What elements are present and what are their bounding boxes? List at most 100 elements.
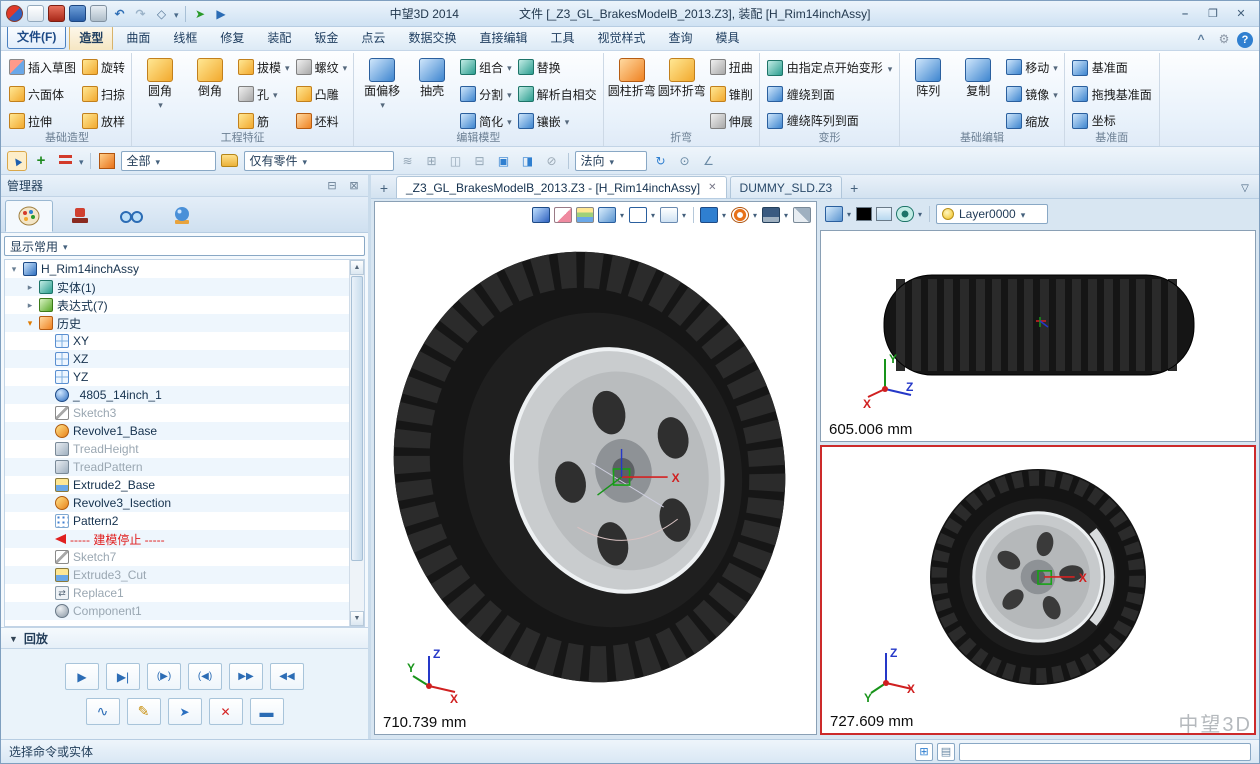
ribbon-collapse-icon[interactable] bbox=[1191, 30, 1211, 48]
tab-wireframe[interactable]: 线框 bbox=[163, 25, 207, 50]
tab-view-manager[interactable] bbox=[158, 200, 206, 232]
tree-item-revolve3[interactable]: Revolve3_Isection bbox=[5, 494, 349, 512]
expander-icon[interactable] bbox=[25, 318, 35, 329]
minimize-button[interactable] bbox=[1172, 5, 1198, 23]
replay-back-to-button[interactable] bbox=[188, 663, 222, 690]
open-file-icon[interactable] bbox=[48, 5, 65, 22]
panel-close-icon[interactable] bbox=[346, 178, 362, 194]
orient-icon[interactable] bbox=[675, 151, 695, 171]
tab-file[interactable]: 文件(F) bbox=[7, 24, 66, 49]
normal-combo[interactable]: 法向 bbox=[575, 151, 647, 171]
filter-palette-icon[interactable] bbox=[99, 153, 115, 169]
settings-gear-icon[interactable] bbox=[1214, 30, 1234, 48]
selection-dropdown-icon[interactable] bbox=[79, 154, 84, 168]
tree-scrollbar[interactable] bbox=[349, 260, 364, 626]
view-mode-icon[interactable] bbox=[825, 206, 843, 222]
tree-item-component1[interactable]: Component1 bbox=[5, 602, 349, 620]
taper-button[interactable]: 锥削 bbox=[708, 82, 755, 106]
edge-color-swatch[interactable] bbox=[856, 207, 872, 221]
quick-access-dropdown-icon[interactable] bbox=[174, 7, 179, 21]
scroll-down-icon[interactable] bbox=[350, 611, 364, 626]
view-orientation-icon[interactable] bbox=[660, 207, 678, 223]
tab-close-icon[interactable] bbox=[708, 182, 716, 193]
emboss-button[interactable]: 凸雕 bbox=[294, 82, 350, 106]
viewport-side[interactable]: Y Z X 605.006 mm bbox=[820, 230, 1256, 442]
tree-item-plane-xz[interactable]: XZ bbox=[5, 350, 349, 368]
replay-edit-button[interactable] bbox=[127, 698, 161, 725]
box-button[interactable]: 六面体 bbox=[7, 82, 78, 106]
erase-icon[interactable] bbox=[554, 207, 572, 223]
save-icon[interactable] bbox=[69, 5, 86, 22]
panel-pin-icon[interactable] bbox=[324, 178, 340, 194]
tree-item-treadpattern[interactable]: TreadPattern bbox=[5, 458, 349, 476]
tab-assembly[interactable]: 装配 bbox=[257, 25, 301, 50]
revolve-button[interactable]: 旋转 bbox=[80, 55, 127, 79]
tab-pointcloud[interactable]: 点云 bbox=[351, 25, 395, 50]
tab-history-manager[interactable] bbox=[5, 200, 53, 232]
expander-icon[interactable] bbox=[25, 300, 35, 311]
tree-item-treadheight[interactable]: TreadHeight bbox=[5, 440, 349, 458]
replay-screen-button[interactable] bbox=[250, 698, 284, 725]
input-mode-icon[interactable] bbox=[915, 743, 933, 761]
insert-sketch-button[interactable]: 插入草图 bbox=[7, 55, 78, 79]
pattern-button[interactable]: 阵列 bbox=[904, 55, 952, 133]
viewport-front-active[interactable]: X Z X Y 727.609 mm 中望3D bbox=[820, 445, 1256, 735]
hole-button[interactable]: 孔 bbox=[236, 82, 292, 106]
resolve-self-intersection-button[interactable]: 解析自相交 bbox=[516, 82, 599, 106]
customize-icon[interactable] bbox=[153, 5, 170, 22]
walkthrough-icon[interactable] bbox=[532, 207, 550, 223]
mirror-button[interactable]: 镜像 bbox=[1004, 82, 1060, 106]
layer-combo[interactable]: Layer0000 bbox=[936, 204, 1048, 224]
add-selection-icon[interactable] bbox=[31, 151, 51, 171]
tab-repair[interactable]: 修复 bbox=[210, 25, 254, 50]
tab-surface[interactable]: 曲面 bbox=[116, 25, 160, 50]
tree-item-root[interactable]: H_Rim14inchAssy bbox=[5, 260, 349, 278]
close-button[interactable] bbox=[1228, 5, 1254, 23]
datum-plane-button[interactable]: 基准面 bbox=[1069, 55, 1155, 80]
tree-item-sketch3[interactable]: Sketch3 bbox=[5, 404, 349, 422]
tab-assembly-manager[interactable] bbox=[56, 200, 104, 232]
highlight-edges-icon[interactable] bbox=[518, 151, 538, 171]
viewport-main[interactable]: X Z X Y 710.739 mm bbox=[374, 201, 817, 735]
measure-icon[interactable] bbox=[699, 151, 719, 171]
tab-visual-manager[interactable] bbox=[107, 200, 155, 232]
tab-tools[interactable]: 工具 bbox=[540, 25, 584, 50]
replay-play-from-button[interactable] bbox=[147, 663, 181, 690]
thread-button[interactable]: 螺纹 bbox=[294, 55, 350, 79]
copy-button[interactable]: 复制 bbox=[954, 55, 1002, 133]
new-file-icon[interactable] bbox=[27, 5, 44, 22]
tree-item-model-stop[interactable]: ----- 建模停止 ----- bbox=[5, 530, 349, 548]
shell-button[interactable]: 抽壳 bbox=[408, 55, 456, 133]
layers-icon[interactable] bbox=[576, 207, 594, 223]
undo-icon[interactable] bbox=[111, 5, 128, 22]
tree-item-component[interactable]: _4805_14inch_1 bbox=[5, 386, 349, 404]
selection-list-icon[interactable] bbox=[59, 155, 72, 167]
tab-data-exchange[interactable]: 数据交换 bbox=[398, 25, 466, 50]
entity-type-combo[interactable]: 全部 bbox=[121, 151, 216, 171]
twist-button[interactable]: 扭曲 bbox=[708, 55, 755, 79]
play-icon[interactable] bbox=[213, 5, 230, 22]
tab-inquire[interactable]: 查询 bbox=[659, 25, 703, 50]
expander-icon[interactable] bbox=[25, 282, 35, 293]
replay-fast-forward-button[interactable] bbox=[229, 663, 263, 690]
select-arrow-icon[interactable] bbox=[7, 151, 27, 171]
replay-header[interactable]: 回放 bbox=[1, 627, 368, 649]
print-icon[interactable] bbox=[90, 5, 107, 22]
background-icon[interactable] bbox=[700, 207, 718, 223]
toroidal-bend-button[interactable]: 圆环折弯 bbox=[658, 55, 706, 133]
combine-button[interactable]: 组合 bbox=[458, 55, 514, 79]
tree-item-extrude2[interactable]: Extrude2_Base bbox=[5, 476, 349, 494]
app-logo-icon[interactable] bbox=[6, 5, 23, 22]
tab-visual-style[interactable]: 视觉样式 bbox=[587, 25, 655, 50]
face-offset-button[interactable]: 面偏移 bbox=[358, 55, 406, 133]
draft-button[interactable]: 拔模 bbox=[236, 55, 292, 79]
part-scope-combo[interactable]: 仅有零件 bbox=[244, 151, 394, 171]
new-tab-icon[interactable] bbox=[845, 178, 863, 198]
wrap-to-face-button[interactable]: 缠绕到面 bbox=[764, 82, 896, 107]
tree-item-replace1[interactable]: Replace1 bbox=[5, 584, 349, 602]
tree-item-pattern2[interactable]: Pattern2 bbox=[5, 512, 349, 530]
align-vertical-icon[interactable] bbox=[446, 151, 466, 171]
tree-item-extrude3[interactable]: Extrude3_Cut bbox=[5, 566, 349, 584]
tree-item-history[interactable]: 历史 bbox=[5, 314, 349, 332]
shaded-display-icon[interactable] bbox=[598, 207, 616, 223]
